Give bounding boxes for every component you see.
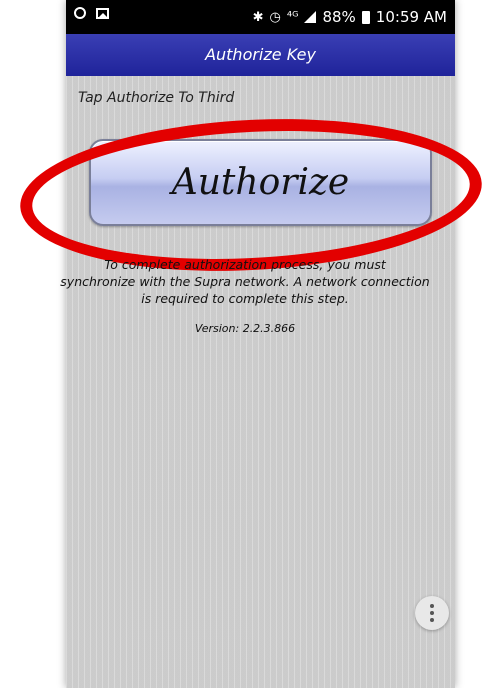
- signal-icon: [304, 11, 317, 23]
- description: To complete authorization process, you m…: [0, 256, 490, 307]
- tap-hint: Tap Authorize To Third: [78, 90, 235, 106]
- image-icon: [96, 7, 109, 19]
- battery-percent: 88%: [322, 8, 356, 26]
- description-line-3: is required to complete this step.: [141, 291, 349, 306]
- circle-icon: [74, 7, 86, 19]
- status-bar: ✱ ◷ ⁴ᴳ 88% 10:59 AM: [66, 0, 455, 34]
- bluetooth-icon: ✱: [252, 9, 264, 25]
- alarm-icon: ◷: [269, 9, 281, 25]
- description-line-1: To complete authorization process, you m…: [104, 257, 386, 272]
- more-vert-icon: [430, 604, 434, 608]
- battery-icon: [361, 10, 370, 24]
- authorize-button[interactable]: Authorize: [89, 139, 432, 226]
- page-title: Authorize Key: [66, 34, 455, 76]
- description-line-2: synchronize with the Supra network. A ne…: [60, 274, 430, 289]
- 4g-icon: ⁴ᴳ: [286, 9, 299, 25]
- version-label: Version: 2.2.3.866: [194, 322, 296, 335]
- clock: 10:59 AM: [375, 8, 447, 26]
- overflow-menu-button[interactable]: [415, 596, 449, 630]
